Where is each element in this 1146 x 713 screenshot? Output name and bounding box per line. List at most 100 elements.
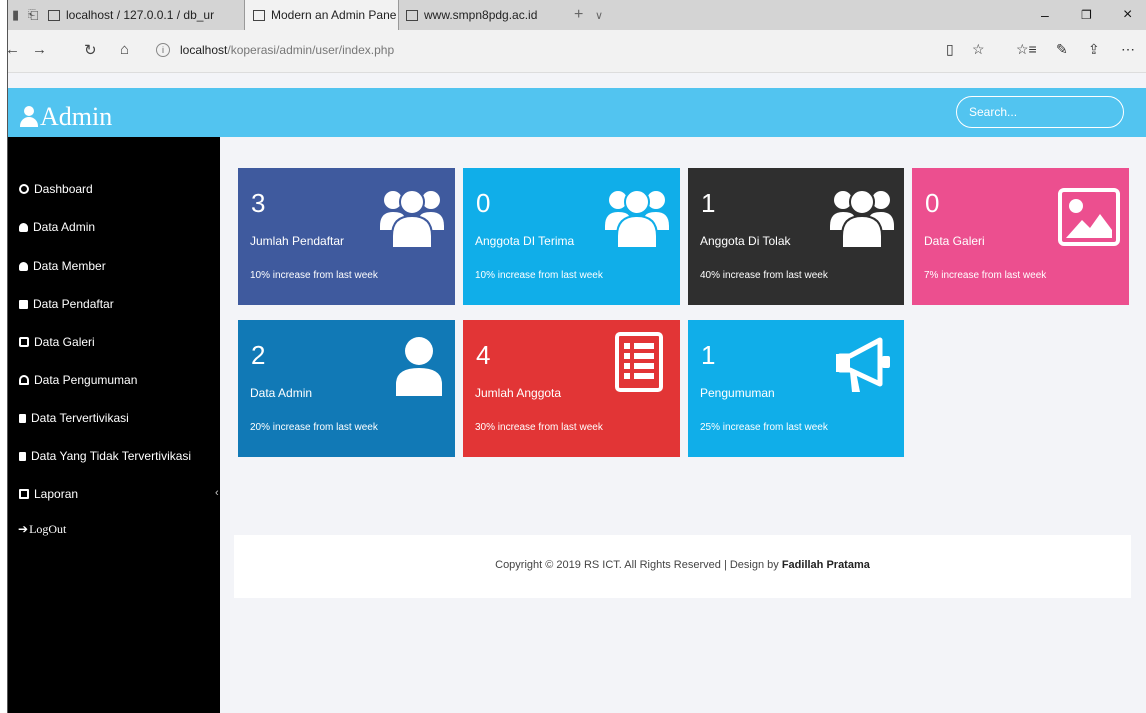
- page-icon: [406, 9, 418, 21]
- sidebar-item-label: Data Galeri: [34, 335, 95, 349]
- stat-card-jumlah-pendaftar[interactable]: 3 Jumlah Pendaftar 10% increase from las…: [238, 168, 455, 305]
- url-path: /koperasi/admin/user/index.php: [227, 43, 395, 57]
- notes-icon[interactable]: ✎: [1056, 41, 1068, 58]
- tab-label: www.smpn8pdg.ac.id: [424, 8, 538, 22]
- tab-label: Modern an Admin Pane: [271, 8, 397, 22]
- brand-title: Admin: [40, 102, 113, 131]
- stat-number: 4: [476, 340, 491, 370]
- stat-number: 0: [925, 188, 940, 218]
- gallery-icon: [19, 337, 29, 347]
- sidebar-item-label: Data Member: [33, 259, 106, 273]
- tab-actions-icon[interactable]: ▮: [12, 0, 19, 30]
- stat-label: Jumlah Pendaftar: [250, 234, 345, 248]
- dashboard-icon: [19, 184, 29, 194]
- maximize-icon[interactable]: ❐: [1081, 0, 1092, 30]
- url-field[interactable]: i localhost/koperasi/admin/user/index.ph…: [156, 38, 936, 62]
- sidebar-item-logout[interactable]: ➔ LogOut: [18, 522, 66, 537]
- sidebar-item-label: Data Pengumuman: [34, 373, 138, 387]
- chevron-left-icon: ‹: [215, 487, 219, 499]
- minimize-icon[interactable]: –: [1041, 0, 1049, 30]
- sidebar-item-label: Data Admin: [33, 220, 96, 234]
- sidebar-item-data-member[interactable]: Data Member: [19, 259, 106, 273]
- image-icon: [1058, 188, 1120, 246]
- favorite-star-icon[interactable]: ☆: [972, 41, 985, 58]
- stat-number: 1: [701, 340, 716, 370]
- sidebar-item-data-pendaftar[interactable]: Data Pendaftar: [19, 297, 114, 311]
- stat-label: Data Galeri: [924, 234, 985, 248]
- stat-description: 40% increase from last week: [700, 270, 828, 281]
- bell-icon: [19, 375, 29, 385]
- search-input[interactable]: [956, 96, 1124, 128]
- sidebar: Dashboard Data Admin Data Member Data Pe…: [8, 137, 220, 713]
- stat-label: Pengumuman: [700, 386, 775, 400]
- sidebar-item-label: Data Pendaftar: [33, 297, 114, 311]
- stat-label: Data Admin: [250, 386, 313, 400]
- stat-card-anggota-diterima[interactable]: 0 Anggota DI Terima 10% increase from la…: [463, 168, 680, 305]
- sidebar-item-label: Laporan: [34, 487, 79, 501]
- tab-admin-panel[interactable]: Modern an Admin Pane ×: [244, 0, 399, 30]
- page-icon: [253, 9, 265, 21]
- sidebar-item-data-galeri[interactable]: Data Galeri: [19, 335, 95, 349]
- more-icon[interactable]: ⋯: [1121, 41, 1135, 58]
- stat-card-jumlah-anggota[interactable]: 4 Jumlah Anggota 30% increase from last …: [463, 320, 680, 457]
- briefcase-icon: [19, 299, 28, 309]
- stat-label: Jumlah Anggota: [475, 386, 562, 400]
- home-icon[interactable]: ⌂: [120, 41, 129, 58]
- favorites-icon[interactable]: ☆≡: [1016, 41, 1037, 58]
- browser-window: ▮ ⎗ localhost / 127.0.0.1 / db_ur Modern…: [7, 0, 1146, 713]
- user-icon: [20, 106, 38, 128]
- stat-number: 3: [251, 188, 266, 218]
- refresh-icon[interactable]: ↻: [84, 41, 97, 59]
- brand[interactable]: Admin: [20, 102, 112, 132]
- sidebar-item-data-admin[interactable]: Data Admin: [19, 220, 95, 234]
- sidebar-item-laporan[interactable]: Laporan ‹: [19, 487, 219, 501]
- megaphone-icon: [836, 337, 890, 392]
- tab-smpn8pdg[interactable]: www.smpn8pdg.ac.id: [406, 0, 556, 30]
- footer-author-link[interactable]: Fadillah Pratama: [782, 559, 870, 571]
- stat-description: 7% increase from last week: [924, 270, 1047, 281]
- sidebar-item-label: Data Tervertivikasi: [31, 411, 129, 425]
- stat-label: Anggota Di Tolak: [700, 234, 791, 248]
- close-window-icon[interactable]: ×: [1123, 0, 1132, 30]
- users-icon: [605, 189, 669, 248]
- stat-description: 10% increase from last week: [475, 270, 603, 281]
- copyright-text: Copyright © 2019 RS ICT. All Rights Rese…: [495, 559, 782, 571]
- stat-card-anggota-ditolak[interactable]: 1 Anggota Di Tolak 40% increase from las…: [688, 168, 904, 305]
- tab-preview-icon[interactable]: ∨: [595, 0, 603, 30]
- reading-view-icon[interactable]: ▯: [946, 41, 954, 58]
- users-icon: [19, 261, 28, 271]
- stat-label: Anggota DI Terima: [475, 234, 575, 248]
- sidebar-item-data-pengumuman[interactable]: Data Pengumuman: [19, 373, 137, 387]
- site-info-icon[interactable]: i: [156, 43, 170, 57]
- back-icon[interactable]: ←: [8, 41, 20, 58]
- sidebar-item-dashboard[interactable]: Dashboard: [19, 182, 93, 196]
- user-icon: [396, 337, 442, 396]
- tab-label: localhost / 127.0.0.1 / db_ur: [66, 8, 215, 22]
- document-icon: [19, 413, 26, 423]
- share-icon[interactable]: ⇪: [1088, 41, 1100, 58]
- users-icon: [380, 189, 444, 248]
- stat-number: 2: [251, 340, 266, 370]
- stat-number: 1: [701, 188, 716, 218]
- tab-strip: ▮ ⎗ localhost / 127.0.0.1 / db_ur Modern…: [8, 0, 1146, 30]
- new-tab-icon[interactable]: +: [574, 0, 583, 30]
- sidebar-item-label: LogOut: [29, 522, 67, 536]
- address-bar-row: ← → ↻ ⌂ i localhost/koperasi/admin/user/…: [8, 30, 1146, 73]
- tab-phpmyadmin[interactable]: localhost / 127.0.0.1 / db_ur: [48, 0, 244, 30]
- url-host: localhost: [180, 43, 228, 57]
- forward-icon[interactable]: →: [32, 41, 47, 58]
- list-icon: [615, 332, 663, 392]
- stat-card-data-admin[interactable]: 2 Data Admin 20% increase from last week: [238, 320, 455, 457]
- stat-card-pengumuman[interactable]: 1 Pengumuman 25% increase from last week: [688, 320, 904, 457]
- document-icon: [19, 451, 26, 461]
- sidebar-item-label: Data Yang Tidak Tervertivikasi: [31, 449, 192, 463]
- footer-copyright: Copyright © 2019 RS ICT. All Rights Rese…: [234, 559, 1131, 571]
- sidebar-item-data-tidak-tervertivikasi[interactable]: Data Yang Tidak Tervertivikasi: [19, 449, 191, 463]
- stat-description: 25% increase from last week: [700, 422, 828, 433]
- stat-card-data-galeri[interactable]: 0 Data Galeri 7% increase from last week: [912, 168, 1129, 305]
- sidebar-item-data-tervertivikasi[interactable]: Data Tervertivikasi: [19, 411, 129, 425]
- set-aside-tabs-icon[interactable]: ⎗: [28, 0, 38, 30]
- logout-icon: ➔: [18, 522, 29, 536]
- stat-description: 10% increase from last week: [250, 270, 378, 281]
- app-header: Admin: [8, 88, 1146, 137]
